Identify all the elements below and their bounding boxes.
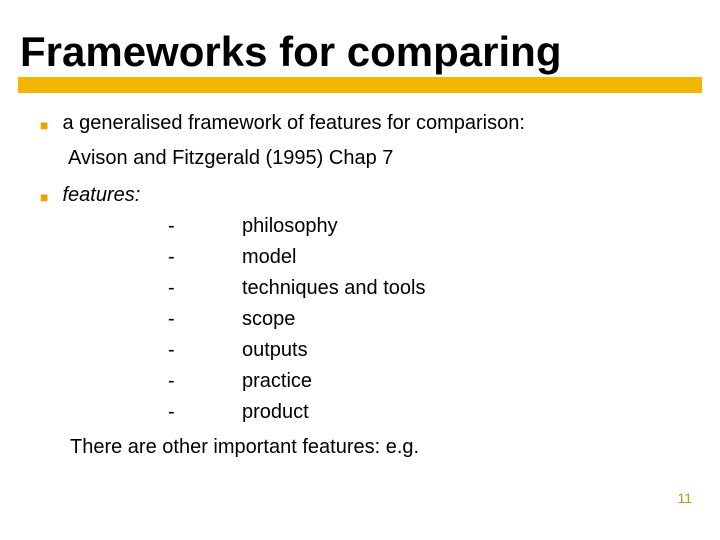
feature-text: scope [242, 304, 295, 335]
bullet-intro-text: a generalised framework of features for … [62, 108, 680, 139]
dash-icon: - [168, 397, 242, 428]
feature-text: practice [242, 366, 312, 397]
dash-icon: - [168, 366, 242, 397]
dash-icon: - [168, 304, 242, 335]
bullet-features: ■ features: [40, 180, 680, 211]
dash-icon: - [168, 273, 242, 304]
source-line: Avison and Fitzgerald (1995) Chap 7 [68, 143, 680, 174]
title-area: Frameworks for comparing [0, 0, 720, 74]
feature-text: philosophy [242, 211, 338, 242]
feature-row: - outputs [168, 335, 680, 366]
feature-row: - product [168, 397, 680, 428]
feature-text: model [242, 242, 296, 273]
dash-icon: - [168, 211, 242, 242]
dash-icon: - [168, 335, 242, 366]
square-bullet-icon: ■ [40, 115, 48, 137]
slide-title: Frameworks for comparing [20, 30, 700, 74]
feature-row: - practice [168, 366, 680, 397]
features-label: features: [62, 180, 680, 211]
source-text: Avison and Fitzgerald (1995) Chap 7 [68, 143, 680, 174]
page-number: 11 [677, 490, 692, 506]
feature-row: - techniques and tools [168, 273, 680, 304]
feature-text: outputs [242, 335, 308, 366]
dash-icon: - [168, 242, 242, 273]
slide: Frameworks for comparing ■ a generalised… [0, 0, 720, 540]
slide-body: ■ a generalised framework of features fo… [0, 74, 720, 463]
feature-row: - scope [168, 304, 680, 335]
feature-text: product [242, 397, 309, 428]
title-underline [18, 77, 702, 93]
square-bullet-icon: ■ [40, 187, 48, 209]
feature-text: techniques and tools [242, 273, 425, 304]
feature-row: - philosophy [168, 211, 680, 242]
closing-line: There are other important features: e.g. [70, 432, 680, 463]
bullet-intro: ■ a generalised framework of features fo… [40, 108, 680, 139]
feature-row: - model [168, 242, 680, 273]
